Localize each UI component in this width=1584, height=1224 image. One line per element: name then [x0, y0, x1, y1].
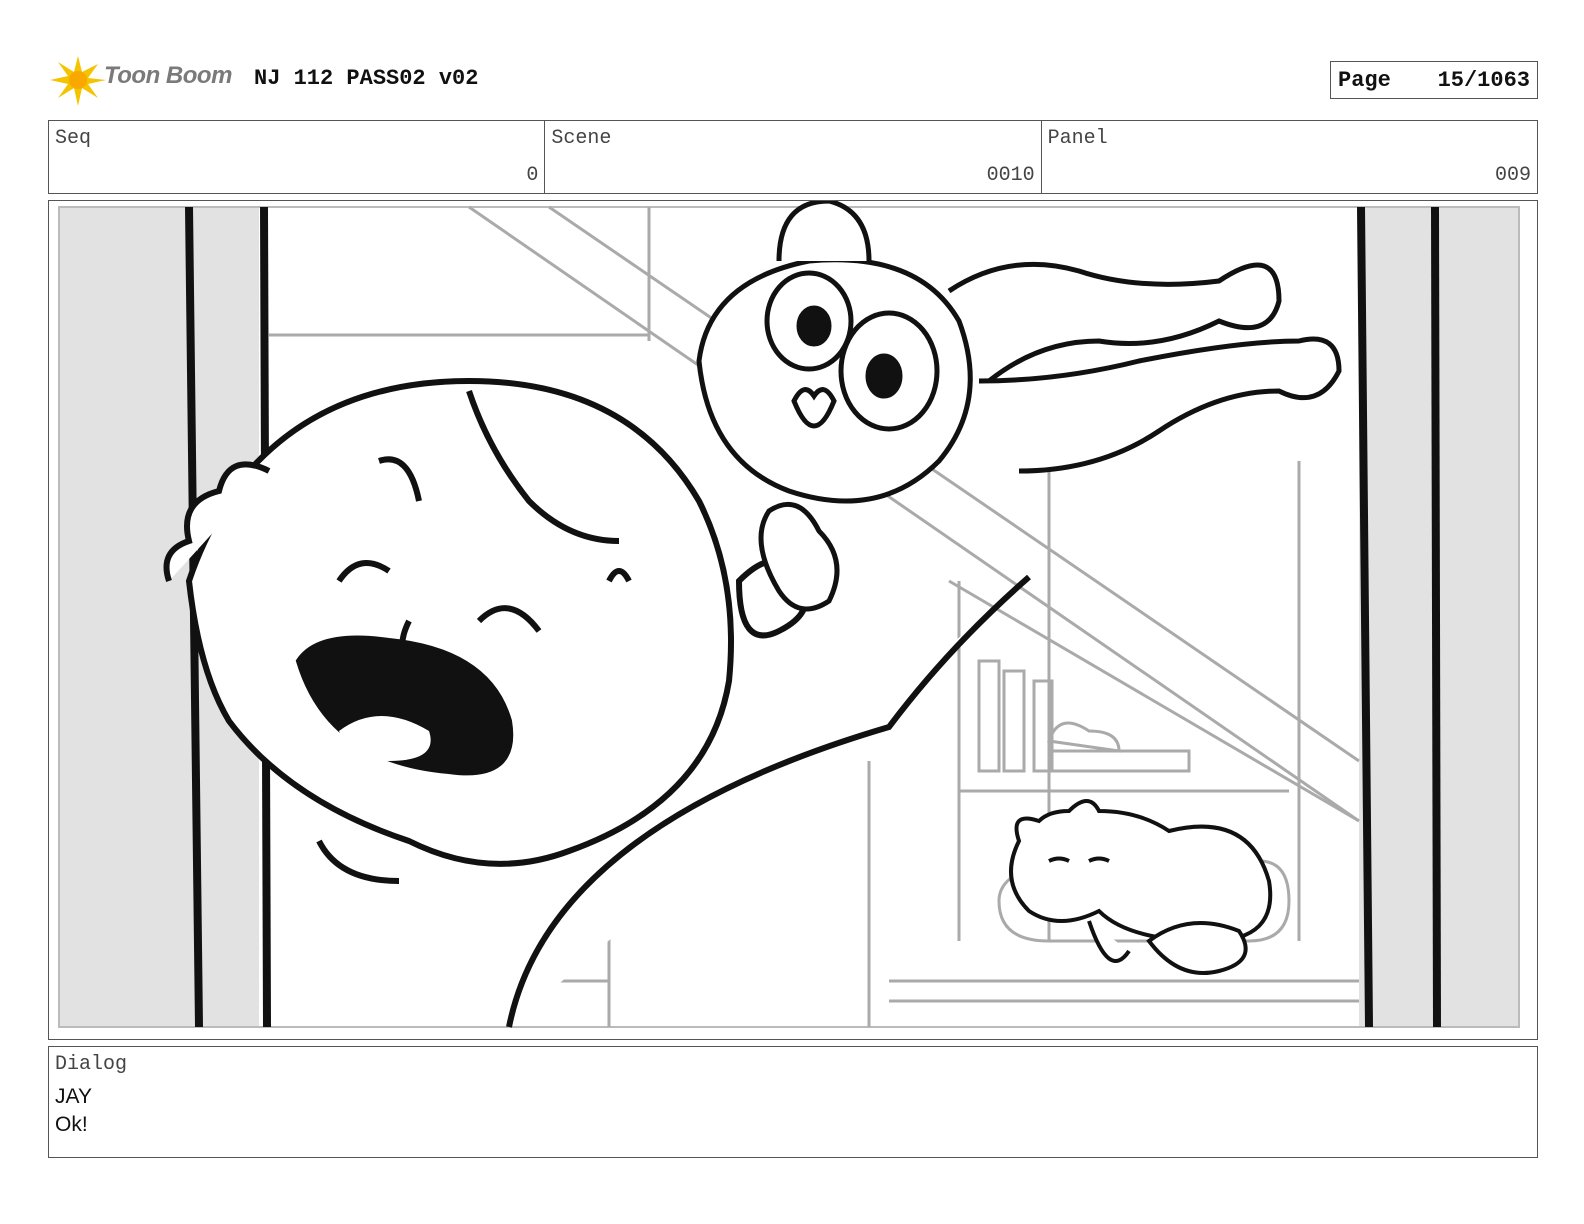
dialog-label: Dialog	[55, 1053, 128, 1076]
panel-label: Panel	[1047, 127, 1108, 150]
scene-label: Scene	[551, 127, 612, 150]
page-indicator: Page 15/1063	[1330, 61, 1538, 99]
scene-cell: Scene 0010	[545, 121, 1042, 193]
storyboard-panel	[48, 200, 1538, 1040]
dialog-line: Ok!	[55, 1113, 88, 1136]
dialog-speaker: JAY	[55, 1085, 92, 1108]
panel-cell: Panel 009	[1042, 121, 1537, 193]
seq-cell: Seq 0	[49, 121, 546, 193]
dialog-box: Dialog JAY Ok!	[48, 1046, 1538, 1158]
scene-value: 0010	[986, 164, 1035, 187]
seq-value: 0	[526, 164, 539, 187]
page-label: Page	[1338, 68, 1391, 93]
info-row: Seq 0 Scene 0010 Panel 009	[48, 120, 1538, 194]
monkey-plush	[696, 201, 1342, 612]
storyboard-sketch	[58, 201, 1520, 1028]
panel-value: 009	[1494, 164, 1531, 187]
seq-label: Seq	[55, 127, 92, 150]
logo-text: Toon Boom	[104, 62, 232, 89]
page-number: 15/1063	[1437, 68, 1530, 93]
starburst-icon	[50, 56, 106, 106]
document-title: NJ 112 PASS02 v02	[254, 66, 479, 91]
sleeping-cat	[1009, 799, 1273, 975]
